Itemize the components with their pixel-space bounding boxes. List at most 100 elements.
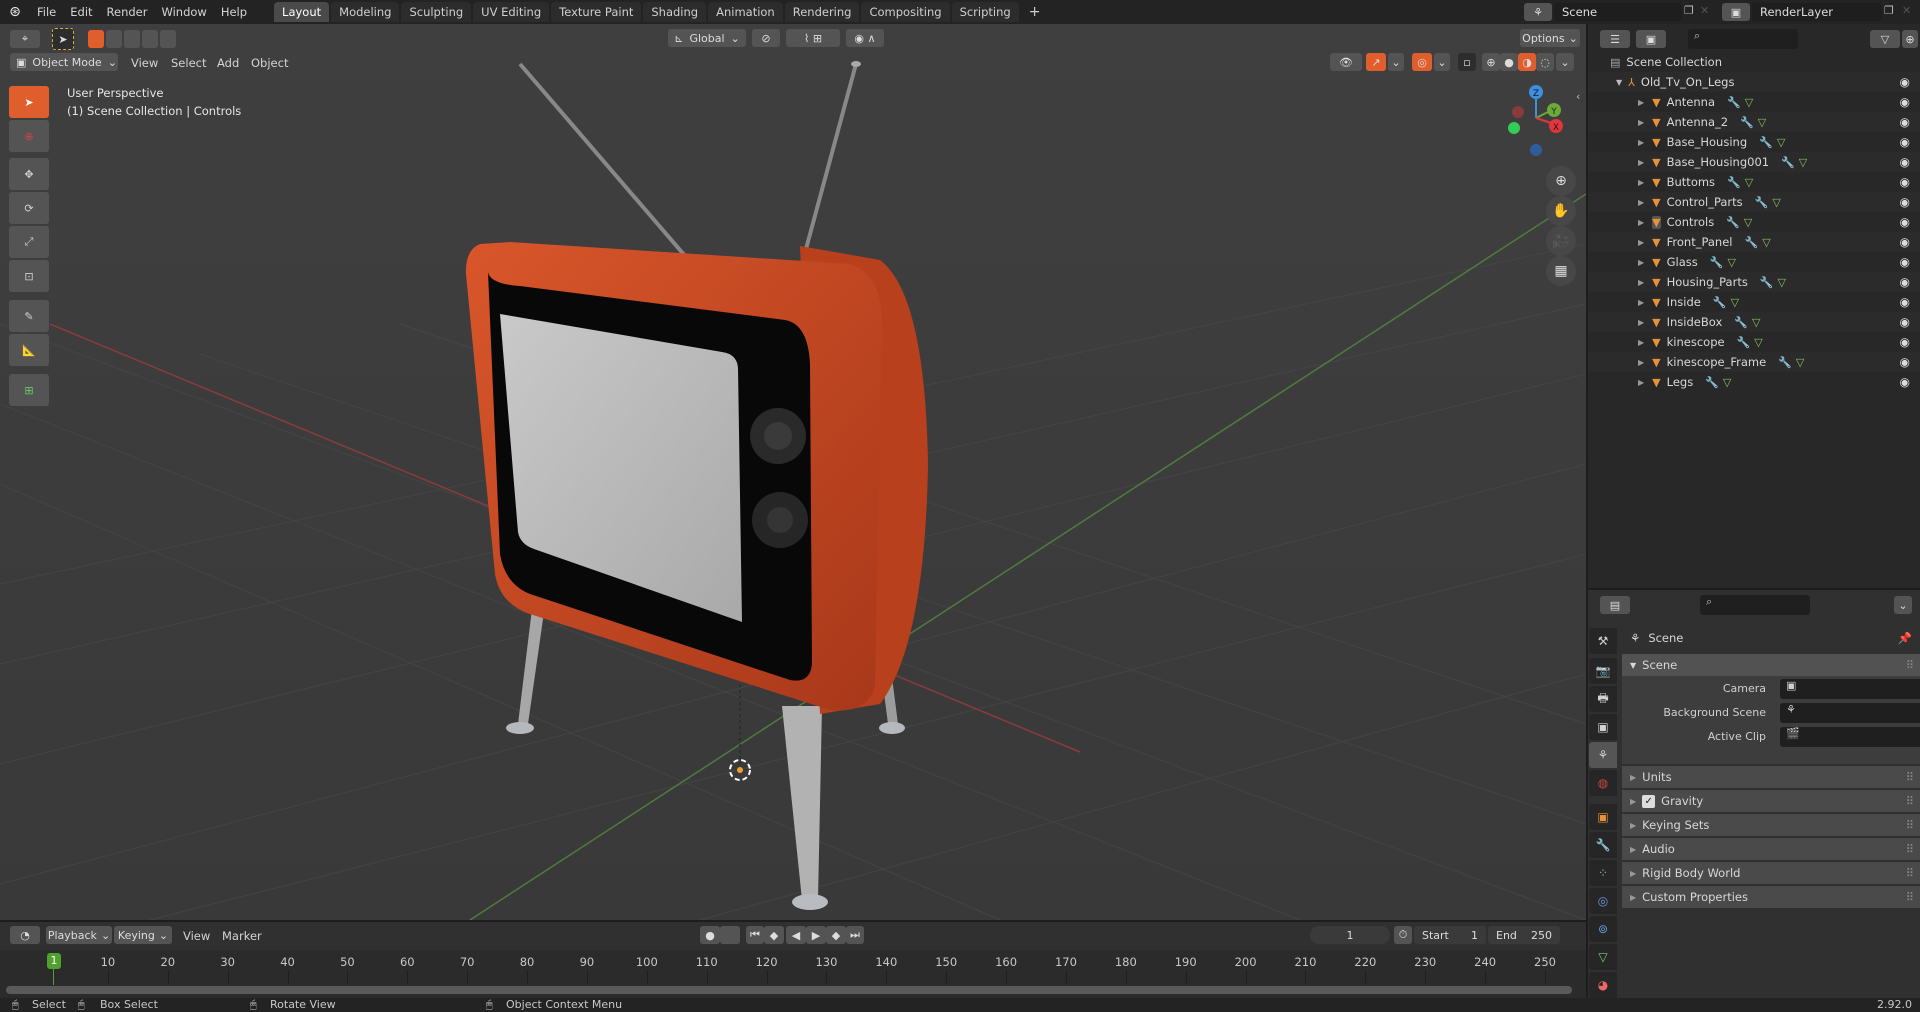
tab-sculpting[interactable]: Sculpting bbox=[401, 2, 472, 22]
expand-triangle-icon[interactable]: ▶ bbox=[1638, 178, 1644, 187]
start-frame-field[interactable]: Start 1 bbox=[1414, 926, 1486, 944]
menu-help[interactable]: Help bbox=[214, 0, 254, 24]
shading-rendered-button[interactable]: ◌ bbox=[1536, 53, 1554, 71]
end-frame-field[interactable]: End 250 bbox=[1488, 926, 1560, 944]
editor-type-button[interactable]: ⌖ bbox=[10, 30, 40, 48]
outliner-object-row[interactable]: ▶ ▼ Front_Panel 🔧 ▽ ◉ bbox=[1588, 232, 1920, 252]
playback-dropdown[interactable]: Playback ⌄ bbox=[46, 926, 112, 944]
camera-field[interactable]: ▣⚲ bbox=[1780, 679, 1920, 699]
options-dropdown[interactable]: ⌄ bbox=[1894, 596, 1912, 614]
wrench-icon[interactable]: 🔧 bbox=[1745, 236, 1759, 249]
wrench-icon[interactable]: 🔧 bbox=[1740, 116, 1754, 129]
select-tool-button[interactable]: ➤ bbox=[52, 28, 74, 50]
mesh-data-icon[interactable]: ▽ bbox=[1723, 376, 1731, 389]
eye-icon[interactable]: ◉ bbox=[1900, 295, 1910, 309]
wrench-icon[interactable]: 🔧 bbox=[1778, 356, 1792, 369]
xray-toggle-button[interactable]: ▫ bbox=[1458, 53, 1476, 71]
tab-object[interactable]: ▣ bbox=[1589, 804, 1617, 830]
menu-marker[interactable]: Marker bbox=[222, 929, 262, 943]
outliner-object-row[interactable]: ▶ ▼ Legs 🔧 ▽ ◉ bbox=[1588, 372, 1920, 392]
tab-compositing[interactable]: Compositing bbox=[861, 2, 950, 22]
expand-triangle-icon[interactable]: ▶ bbox=[1638, 278, 1644, 287]
eye-icon[interactable]: ◉ bbox=[1900, 375, 1910, 389]
delete-scene-icon[interactable]: ✕ bbox=[1700, 4, 1709, 17]
expand-triangle-icon[interactable]: ▶ bbox=[1638, 258, 1644, 267]
tab-animation[interactable]: Animation bbox=[708, 2, 783, 22]
display-mode-button[interactable]: ☰ bbox=[1600, 30, 1630, 48]
outliner-object-row[interactable]: ▶ ▼ Antenna_2 🔧 ▽ ◉ bbox=[1588, 112, 1920, 132]
editor-type-button[interactable]: ▤ bbox=[1600, 596, 1630, 614]
outliner-object-row[interactable]: ▶ ▼ Inside 🔧 ▽ ◉ bbox=[1588, 292, 1920, 312]
pivot-point-button[interactable]: ⊘ bbox=[752, 29, 780, 47]
subpanel-header[interactable]: ▶ Units ⠿ bbox=[1622, 766, 1920, 788]
outliner-scene-collection[interactable]: ▤ Scene Collection bbox=[1588, 52, 1920, 72]
wrench-icon[interactable]: 🔧 bbox=[1759, 136, 1773, 149]
expand-triangle-icon[interactable]: ▶ bbox=[1638, 158, 1644, 167]
wrench-icon[interactable]: 🔧 bbox=[1727, 96, 1741, 109]
eye-icon[interactable]: ◉ bbox=[1900, 135, 1910, 149]
tab-modeling[interactable]: Modeling bbox=[331, 2, 400, 22]
tab-scene[interactable]: ⚘ bbox=[1589, 742, 1617, 768]
eye-icon[interactable]: ◉ bbox=[1900, 235, 1910, 249]
proportional-edit-button[interactable]: ◉ ∧ bbox=[846, 29, 884, 47]
tab-modifiers[interactable]: 🔧 bbox=[1589, 832, 1617, 858]
background-scene-field[interactable]: ⚘ bbox=[1780, 703, 1920, 723]
tool-transform[interactable]: ⊡ bbox=[9, 260, 49, 292]
menu-file[interactable]: File bbox=[30, 0, 63, 24]
menu-render[interactable]: Render bbox=[100, 0, 155, 24]
menu-edit[interactable]: Edit bbox=[63, 0, 99, 24]
prev-keyframe-button[interactable]: ◆ bbox=[764, 926, 784, 944]
outliner-object-row[interactable]: ▶ ▼ InsideBox 🔧 ▽ ◉ bbox=[1588, 312, 1920, 332]
wrench-icon[interactable]: 🔧 bbox=[1755, 196, 1769, 209]
expand-triangle-icon[interactable]: ▶ bbox=[1638, 138, 1644, 147]
tab-particles[interactable]: ⁘ bbox=[1589, 860, 1617, 886]
menu-select[interactable]: Select bbox=[171, 56, 206, 70]
expand-triangle-icon[interactable]: ▶ bbox=[1638, 338, 1644, 347]
keying-set-button[interactable] bbox=[720, 926, 740, 944]
jump-end-button[interactable]: ⏭ bbox=[846, 926, 864, 944]
stopwatch-icon[interactable]: ⏱ bbox=[1394, 926, 1412, 944]
gizmo-dropdown[interactable]: ⌄ bbox=[1388, 53, 1404, 71]
current-frame-field[interactable]: 1 bbox=[1310, 926, 1390, 944]
tab-view-layer[interactable]: ▣ bbox=[1589, 714, 1617, 740]
scene-panel-header[interactable]: ▼ Scene ⠿ bbox=[1622, 654, 1920, 676]
eye-icon[interactable]: ◉ bbox=[1900, 175, 1910, 189]
tab-constraints[interactable]: ⊚ bbox=[1589, 916, 1617, 942]
expand-triangle-icon[interactable]: ▶ bbox=[1638, 198, 1644, 207]
eye-icon[interactable]: ◉ bbox=[1900, 75, 1910, 89]
eye-icon[interactable]: ◉ bbox=[1900, 255, 1910, 269]
keying-dropdown[interactable]: Keying ⌄ bbox=[114, 926, 172, 944]
wrench-icon[interactable]: 🔧 bbox=[1726, 216, 1740, 229]
3d-viewport[interactable]: ⌖ ➤ ⊾ Global ⌄ ⊘ ⌇ ⊞ ◉ ∧ Options ⌄ ▣ Obje… bbox=[0, 24, 1586, 920]
expand-triangle-icon[interactable]: ▶ bbox=[1638, 298, 1644, 307]
wrench-icon[interactable]: 🔧 bbox=[1734, 316, 1748, 329]
mode-new-selection[interactable] bbox=[88, 30, 104, 48]
overlays-toggle-button[interactable]: ◎ bbox=[1412, 53, 1432, 71]
outliner-object-row[interactable]: ▶ ▼ Control_Parts 🔧 ▽ ◉ bbox=[1588, 192, 1920, 212]
mesh-data-icon[interactable]: ▽ bbox=[1727, 256, 1735, 269]
tool-move[interactable]: ✥ bbox=[9, 158, 49, 190]
tab-physics[interactable]: ◎ bbox=[1589, 888, 1617, 914]
mode-dropdown[interactable]: ▣ Object Mode ⌄ bbox=[10, 53, 118, 71]
drag-handle-icon[interactable]: ⠿ bbox=[1906, 794, 1914, 808]
scene-field[interactable]: Scene bbox=[1554, 3, 1682, 21]
new-collection-button[interactable]: ⊕ bbox=[1902, 30, 1918, 48]
wrench-icon[interactable]: 🔧 bbox=[1710, 256, 1724, 269]
tab-layout[interactable]: Layout bbox=[274, 2, 330, 22]
subpanel-header[interactable]: ▶ Rigid Body World ⠿ bbox=[1622, 862, 1920, 884]
drag-handle-icon[interactable]: ⠿ bbox=[1906, 842, 1914, 856]
active-clip-field[interactable]: 🎬 bbox=[1780, 727, 1920, 747]
snap-button[interactable]: ⌇ ⊞ bbox=[786, 29, 840, 47]
eye-icon[interactable]: ◉ bbox=[1900, 215, 1910, 229]
outliner-object-row[interactable]: ▶ ▼ Buttoms 🔧 ▽ ◉ bbox=[1588, 172, 1920, 192]
shading-dropdown[interactable]: ⌄ bbox=[1556, 53, 1574, 71]
shading-solid-button[interactable]: ● bbox=[1500, 53, 1518, 71]
outliner-object-row[interactable]: ▶ ▼ kinescope 🔧 ▽ ◉ bbox=[1588, 332, 1920, 352]
mesh-data-icon[interactable]: ▽ bbox=[1758, 116, 1766, 129]
camera-view-button[interactable]: 🎥 bbox=[1546, 226, 1576, 256]
play-reverse-button[interactable]: ◀ bbox=[786, 926, 806, 944]
expand-triangle-icon[interactable]: ▶ bbox=[1638, 118, 1644, 127]
wrench-icon[interactable]: 🔧 bbox=[1705, 376, 1719, 389]
wrench-icon[interactable]: 🔧 bbox=[1760, 276, 1774, 289]
subpanel-header[interactable]: ▶ Custom Properties ⠿ bbox=[1622, 886, 1920, 908]
